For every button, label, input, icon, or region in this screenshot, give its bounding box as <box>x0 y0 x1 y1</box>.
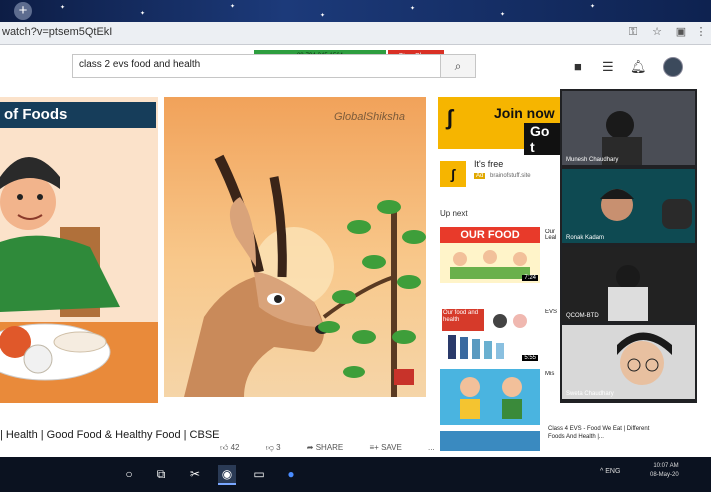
notifications-bell-icon[interactable]: 🔔︎ <box>630 59 647 75</box>
extension-icon[interactable]: ▣ <box>674 25 688 39</box>
apps-grid-icon[interactable]: ☰ <box>602 59 614 75</box>
share-label: SHARE <box>315 443 344 452</box>
like-button[interactable]: 👍︎ 42 <box>220 443 252 452</box>
related-video-thumb[interactable]: Our food and health 5:55 <box>440 307 540 363</box>
dislike-button[interactable]: 👎︎ 3 <box>266 443 293 452</box>
video-duration: 5:55 <box>522 355 538 361</box>
save-button[interactable]: ≡+ SAVE <box>370 443 414 452</box>
video-title: | Health | Good Food & Healthy Food | CB… <box>0 429 220 441</box>
related-video-thumb[interactable] <box>440 431 540 451</box>
new-tab-button[interactable]: + <box>14 2 32 20</box>
avatar[interactable] <box>663 57 683 77</box>
system-tray[interactable]: ^ ENG <box>600 468 620 475</box>
participant-video <box>562 169 695 243</box>
search-icon: ⌕ <box>454 59 462 73</box>
like-count: 42 <box>230 443 240 452</box>
ad-title: Join now <box>494 105 555 121</box>
task-view-icon[interactable]: ⧉ <box>152 465 170 483</box>
youtube-header: 88-794-345-1564 Stop Share class 2 evs f… <box>0 45 711 89</box>
participant-tile[interactable]: Munesh Chaudhary <box>562 91 695 165</box>
address-bar[interactable]: watch?v=ptsem5QtEkI ⚿ ☆ ▣ ⋮ <box>0 22 711 45</box>
more-button[interactable]: ... <box>428 443 435 452</box>
menu-dots-icon[interactable]: ⋮ <box>694 25 708 39</box>
star-icon[interactable]: ☆ <box>650 25 664 39</box>
zoom-icon[interactable]: ● <box>282 465 300 483</box>
participant-name: QCOM-BTD <box>566 313 599 319</box>
share-button[interactable]: ➦ SHARE <box>307 443 356 452</box>
participant-tile[interactable]: Ronak Kadam <box>562 169 695 243</box>
participant-tile[interactable]: Sweta Chaudhary <box>562 325 695 399</box>
up-next-label: Up next <box>440 209 468 218</box>
participant-tile[interactable]: QCOM-BTD <box>562 247 695 321</box>
os-taskbar: ○ ⧉ ✂ ◉ ▭ ● ^ ENG 10:07 AM 08-May-20 <box>0 457 711 492</box>
related-video-thumb[interactable] <box>440 369 540 425</box>
main-video-player[interactable]: GlobalShiksha <box>164 97 426 397</box>
left-video-thumbnail[interactable]: of Foods <box>0 97 158 403</box>
video-actions: 👍︎ 42 👎︎ 3 ➦ SHARE ≡+ SAVE ... <box>220 443 447 453</box>
create-video-icon[interactable]: ■ <box>574 59 582 74</box>
search-input[interactable]: class 2 evs food and health <box>72 54 442 78</box>
participant-name: Munesh Chaudhary <box>566 157 619 163</box>
watch-page: of Foods GlobalShiksha | Health | Good F… <box>0 89 711 457</box>
ad-app-icon: ʃ <box>440 161 466 187</box>
related-video-thumb[interactable]: OUR FOOD 7:24 <box>440 227 540 283</box>
boy-eating-illustration <box>0 157 158 403</box>
participant-name: Sweta Chaudhary <box>566 391 614 397</box>
ad-logo-icon: ʃ <box>446 105 454 130</box>
search-circle-icon[interactable]: ○ <box>120 465 138 483</box>
search-input-value[interactable]: class 2 evs food and health <box>79 59 200 70</box>
participant-name: Ronak Kadam <box>566 235 605 241</box>
ad-subtitle: Go t <box>524 123 560 155</box>
dislike-count: 3 <box>276 443 281 452</box>
ad-info-row[interactable]: ʃ It's free Ad brainofstuff.site <box>438 157 560 191</box>
related-video-title[interactable]: Class 4 EVS - Food We Eat | Different Fo… <box>548 425 660 441</box>
clock-time: 10:07 AM <box>653 463 679 469</box>
key-icon[interactable]: ⚿ <box>626 25 640 39</box>
boys-illustration <box>460 377 522 419</box>
ad-banner[interactable]: ʃ Join now Go t <box>438 97 560 155</box>
search-button[interactable]: ⌕ <box>440 54 476 78</box>
video-duration: 7:24 <box>522 275 538 281</box>
participant-video <box>617 332 672 385</box>
clock-date: 08-May-20 <box>650 472 679 478</box>
save-label: SAVE <box>381 443 402 452</box>
meeting-participants-panel: Munesh Chaudhary Ronak Kadam QCOM-BTD Sw… <box>560 89 697 403</box>
participant-video <box>608 265 648 321</box>
ad-badge: Ad <box>474 173 486 179</box>
deer-eating-leaves-illustration <box>184 154 426 397</box>
ad-domain: brainofstuff.site <box>490 173 531 179</box>
participant-video <box>602 111 642 165</box>
ad-free-text: It's free <box>474 159 504 169</box>
thumb-text: OUR FOOD <box>440 227 540 243</box>
url-text[interactable]: watch?v=ptsem5QtEkI <box>2 26 112 38</box>
browser-tab-bar: ✦ ✦ ✦ ✦ ✦ ✦ ✦ + <box>0 0 711 22</box>
clock[interactable]: 10:07 AM 08-May-20 <box>650 462 679 480</box>
tools-icon[interactable]: ✂ <box>186 465 204 483</box>
chrome-icon[interactable]: ◉ <box>218 465 236 485</box>
file-explorer-icon[interactable]: ▭ <box>250 465 268 483</box>
